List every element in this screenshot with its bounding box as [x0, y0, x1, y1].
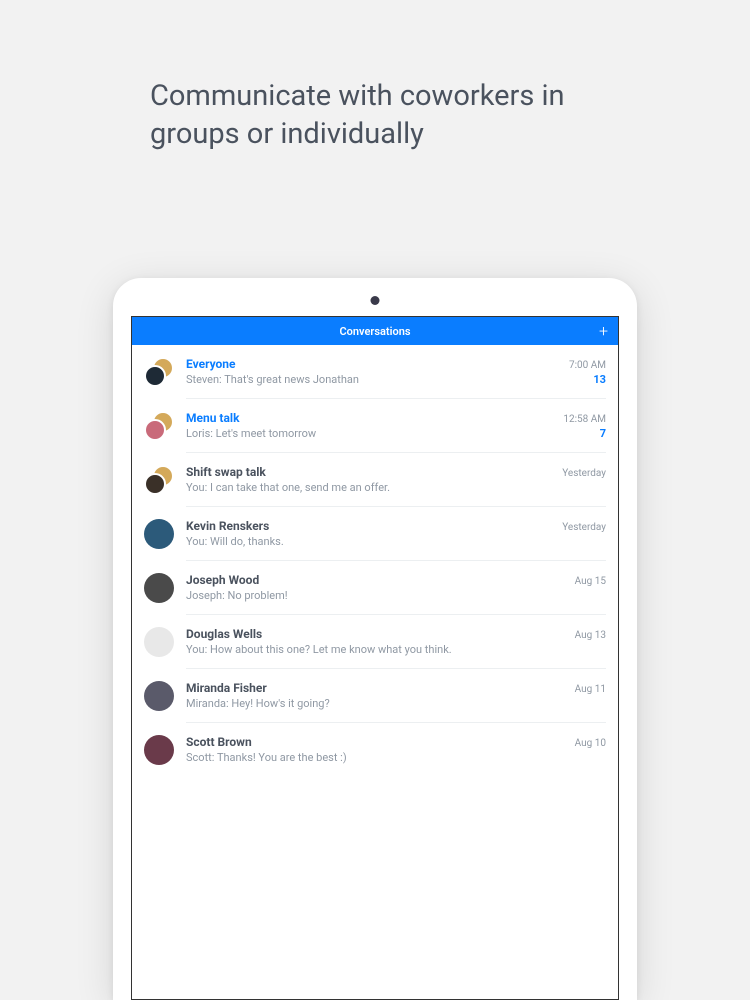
conversation-row[interactable]: Kevin Renskers Yesterday You: Will do, tha… [132, 507, 618, 561]
conversation-timestamp: Aug 13 [575, 630, 606, 641]
conversation-title: Douglas Wells [186, 627, 262, 641]
app-screen: Conversations + Everyone 7:00 AM Steven: T… [131, 316, 619, 1000]
conversation-row[interactable]: Menu talk 12:58 AM Loris: Let's meet tomor… [132, 399, 618, 453]
app-header: Conversations + [132, 317, 618, 345]
conversation-row[interactable]: Miranda Fisher Aug 11 Miranda: Hey! How's … [132, 669, 618, 723]
header-title: Conversations [339, 325, 410, 338]
conversation-timestamp: 7:00 AM [569, 360, 606, 371]
conversation-title: Scott Brown [186, 735, 252, 749]
conversation-timestamp: Aug 10 [575, 738, 606, 749]
unread-badge: 13 [593, 373, 606, 386]
group-avatar [144, 357, 174, 387]
add-conversation-icon[interactable]: + [599, 322, 608, 341]
conversation-preview: Steven: That's great news Jonathan [186, 373, 359, 386]
conversation-title: Miranda Fisher [186, 681, 267, 695]
user-avatar [144, 573, 174, 603]
group-avatar [144, 411, 174, 441]
conversation-title: Kevin Renskers [186, 519, 269, 533]
conversation-title: Menu talk [186, 411, 239, 425]
conversation-preview: You: I can take that one, send me an off… [186, 481, 390, 494]
conversation-row[interactable]: Everyone 7:00 AM Steven: That's great news… [132, 345, 618, 399]
unread-badge: 7 [600, 427, 606, 440]
group-avatar [144, 465, 174, 495]
conversation-preview: Scott: Thanks! You are the best :) [186, 751, 347, 764]
user-avatar [144, 519, 174, 549]
conversation-timestamp: 12:58 AM [563, 414, 606, 425]
conversation-row[interactable]: Shift swap talk Yesterday You: I can take … [132, 453, 618, 507]
conversation-timestamp: Yesterday [562, 522, 606, 533]
conversation-preview: You: How about this one? Let me know wha… [186, 643, 452, 656]
conversation-list: Everyone 7:00 AM Steven: That's great news… [132, 345, 618, 776]
conversation-preview: Loris: Let's meet tomorrow [186, 427, 316, 440]
conversation-preview: You: Will do, thanks. [186, 535, 284, 548]
conversation-title: Joseph Wood [186, 573, 259, 587]
tablet-frame: Conversations + Everyone 7:00 AM Steven: T… [113, 278, 637, 1000]
conversation-row[interactable]: Douglas Wells Aug 13 You: How about this o… [132, 615, 618, 669]
conversation-timestamp: Yesterday [562, 468, 606, 479]
user-avatar [144, 681, 174, 711]
conversation-timestamp: Aug 11 [575, 684, 606, 695]
conversation-row[interactable]: Scott Brown Aug 10 Scott: Thanks! You are … [132, 723, 618, 776]
conversation-timestamp: Aug 15 [575, 576, 606, 587]
conversation-title: Everyone [186, 357, 236, 371]
user-avatar [144, 627, 174, 657]
marketing-headline: Communicate with coworkers in groups or … [150, 78, 650, 153]
conversation-title: Shift swap talk [186, 465, 266, 479]
conversation-preview: Joseph: No problem! [186, 589, 288, 602]
user-avatar [144, 735, 174, 765]
conversation-preview: Miranda: Hey! How's it going? [186, 697, 330, 710]
tablet-camera [371, 296, 380, 305]
conversation-row[interactable]: Joseph Wood Aug 15 Joseph: No problem! [132, 561, 618, 615]
